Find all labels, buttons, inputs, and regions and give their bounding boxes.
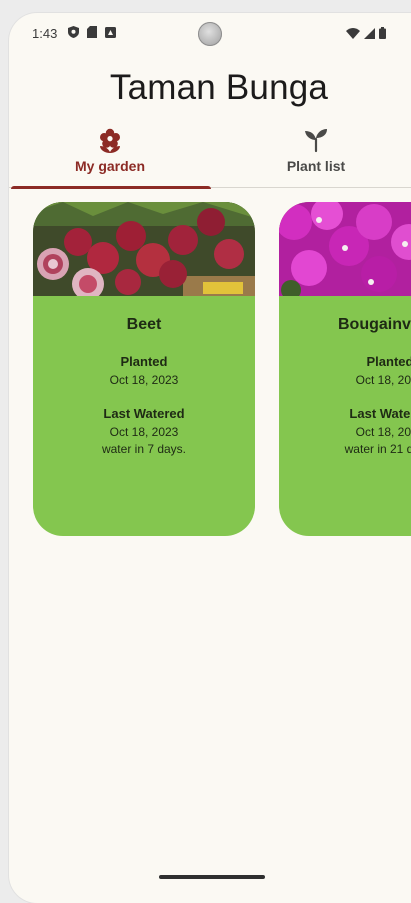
water-in-days: water in 21 days. [344,442,411,456]
app-title: Taman Bunga [109,68,329,107]
tab-plant-list[interactable]: Plant list [211,125,411,187]
plant-image-bougainvillea [279,202,411,296]
phone-screen: 1:43 Taman Bunga My garden Plant list Be… [9,13,411,903]
planted-date: Oct 18, 2023 [109,373,179,387]
tab-plant-list-label: Plant list [286,158,346,174]
front-camera [198,22,222,46]
status-left-icons [68,26,116,38]
tab-selected-indicator [11,186,211,189]
plant-card-beet[interactable]: Beet Planted Oct 18, 2023 Last Watered O… [33,202,255,536]
tab-my-garden-label: My garden [74,158,145,174]
tab-my-garden[interactable]: My garden [9,125,211,187]
plant-name: Bougainvillea [337,316,411,333]
plant-card-bougainvillea[interactable]: Bougainvillea Planted Oct 18, 2023 Last … [279,202,411,536]
plant-name: Beet [126,316,162,333]
last-watered-label: Last Watered [103,406,185,421]
wifi-icon [346,26,360,44]
flower-icon [97,125,123,155]
planted-label: Planted [120,354,168,369]
planted-label: Planted [366,354,411,369]
status-bar: 1:43 [9,13,411,55]
shield-icon [68,26,79,38]
plant-image-beet [33,202,255,296]
last-watered-label: Last Watered [349,406,411,421]
home-gesture-bar[interactable] [159,875,265,879]
sprout-icon [303,125,329,155]
tab-bar: My garden Plant list [9,125,411,189]
last-watered-date: Oct 18, 2023 [355,425,411,439]
status-right-icons [346,26,386,44]
planted-date: Oct 18, 2023 [355,373,411,387]
last-watered-date: Oct 18, 2023 [109,425,179,439]
android-notification-icon [105,26,116,38]
status-time: 1:43 [32,26,58,41]
sd-card-icon [87,26,97,38]
cellular-signal-icon [364,26,375,44]
water-in-days: water in 7 days. [101,442,187,456]
battery-icon [379,26,386,44]
